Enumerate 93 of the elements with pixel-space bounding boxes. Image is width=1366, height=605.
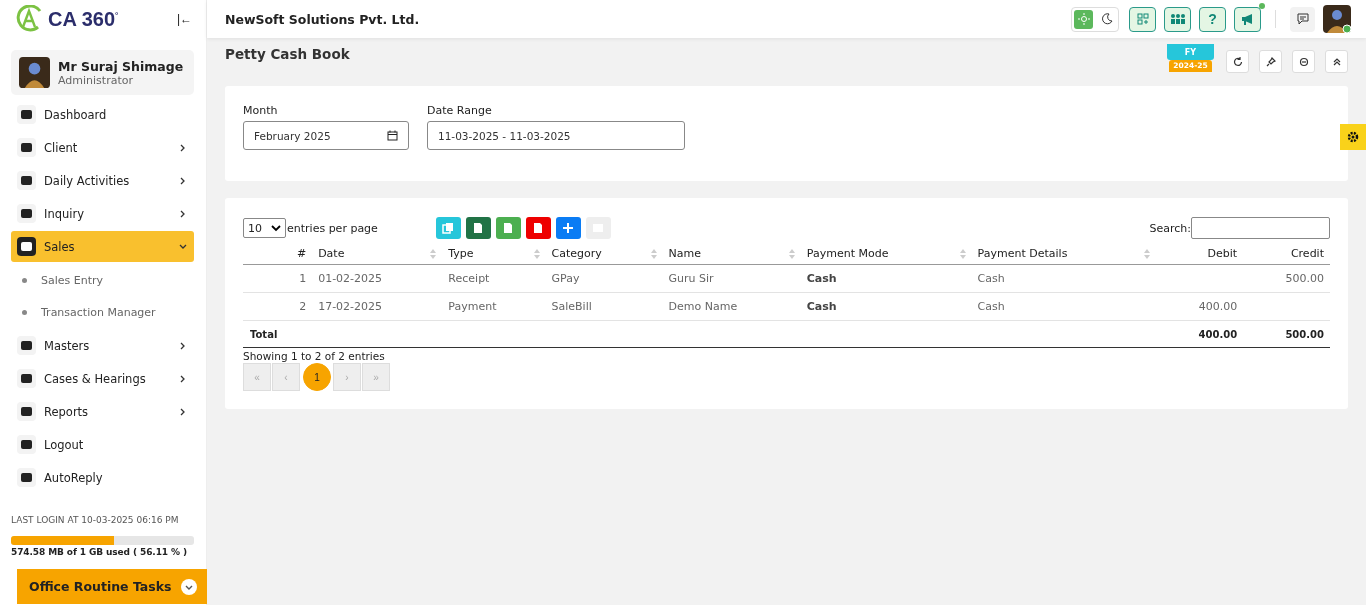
submenu-item[interactable]: Sales Entry [11,264,194,296]
sort-icon [788,249,795,259]
table-cell: Payment [448,300,497,313]
last-login-text: LAST LOGIN AT 10-03-2025 06:16 PM [11,515,180,525]
input-field[interactable]: February 2025 [243,121,409,150]
table-cell: Receipt [448,272,490,285]
total-credit: 500.00 [1285,328,1324,340]
column-header[interactable]: Payment Mode [800,243,972,265]
avatar-icon[interactable] [1323,5,1351,33]
nav-item[interactable]: AutoReply [11,462,194,493]
nav-icon [17,402,36,421]
table-cell: Demo Name [668,300,738,313]
nav-item[interactable]: Logout [11,429,194,460]
entries-info: Showing 1 to 2 of 2 entries [243,350,386,362]
logo-icon [14,5,44,33]
field-label: Month [243,104,279,117]
nav-icon [17,105,36,124]
csv-icon[interactable] [495,217,521,239]
table-cell: 1 [299,272,307,285]
nav-item[interactable]: Daily Activities [11,165,194,196]
sort-icon [959,249,966,259]
table-cell: 17-02-2025 [318,300,383,313]
table-cell: Cash [806,272,837,285]
nav-item[interactable]: Inquiry [11,198,194,229]
table-cell: SaleBill [551,300,592,313]
table-cell: Cash [977,272,1005,285]
company-name: NewSoft Solutions Pvt. Ltd. [225,11,420,27]
table-cell: 01-02-2025 [318,272,383,285]
nav-item[interactable]: Reports [11,396,194,427]
table-cell: Cash [977,300,1005,313]
add-icon[interactable] [555,217,581,239]
nav-icon [17,369,36,388]
total-label: Total [250,328,278,340]
entries-per-page-label: entries per page [287,221,378,235]
nav-item[interactable]: Sales [11,231,194,262]
page-size-select[interactable]: 10 [243,218,286,238]
user-role: Administrator [58,73,133,87]
chevron-down-icon [271,224,281,232]
chat-icon[interactable] [1290,6,1315,32]
column-header[interactable]: Credit [1243,243,1330,265]
table-cell: 500.00 [1285,272,1324,285]
nav-icon [17,204,36,223]
apps-grid-icon[interactable] [1129,6,1156,32]
calendar-icon[interactable] [387,130,398,141]
chevron-down-icon [181,578,197,595]
input-field[interactable]: 11-03-2025 - 11-03-2025 [427,121,685,150]
nav-item[interactable]: Cases & Hearings [11,363,194,394]
column-header[interactable]: Category [545,243,663,265]
table-cell: 2 [299,300,307,313]
column-header[interactable]: Type [442,243,546,265]
field-label: Date Range [427,104,493,117]
table-cell: Guru Sir [668,272,714,285]
nav-item[interactable]: Client [11,132,194,163]
pin-icon[interactable] [1259,50,1282,73]
user-name: Mr Suraj Shimage [58,58,184,74]
column-header[interactable]: Payment Details [971,243,1157,265]
logo-text: CA 360$^{°}$ [48,7,119,31]
settings-icon[interactable] [1340,124,1366,150]
nav-icon [17,468,36,487]
sort-icon [533,249,540,259]
total-debit: 400.00 [1198,328,1238,340]
nav-icon [17,171,36,190]
nav-icon [17,336,36,355]
column-header[interactable]: Debit [1156,243,1244,265]
excel-icon[interactable] [465,217,491,239]
refresh-icon[interactable] [1226,50,1249,73]
nav-icon [17,138,36,157]
column-header[interactable]: Date [312,243,443,265]
nav-item[interactable]: Dashboard [11,99,194,130]
office-tasks-button[interactable]: Office Routine Tasks [17,569,209,604]
avatar-icon [19,57,50,88]
nav-icon [17,435,36,454]
nav-icon [17,237,36,256]
table-cell: Cash [806,300,837,313]
collapse-sidebar-button[interactable]: |← [176,12,192,26]
search-label: Search: [1149,221,1191,235]
page-button[interactable]: 1 [303,363,331,391]
pdf-icon[interactable] [525,217,551,239]
page-title: Petty Cash Book [225,46,350,62]
collapse-up-icon[interactable] [1325,50,1348,73]
help-button[interactable]: ? [1199,6,1226,32]
sort-icon [650,249,657,259]
column-header[interactable]: # [243,243,313,265]
nav-item[interactable]: Masters [11,330,194,361]
sort-icon [430,249,437,259]
storage-usage-text: 574.58 MB of 1 GB used ( 56.11 % ) [11,547,187,557]
table-cell: GPay [551,272,580,285]
sort-icon [1144,249,1151,259]
submenu-item[interactable]: Transaction Manager [11,296,194,328]
column-header[interactable]: Name [662,243,801,265]
users-icon[interactable] [1164,6,1191,32]
table-cell: 400.00 [1198,300,1238,313]
search-field[interactable] [1191,217,1330,239]
